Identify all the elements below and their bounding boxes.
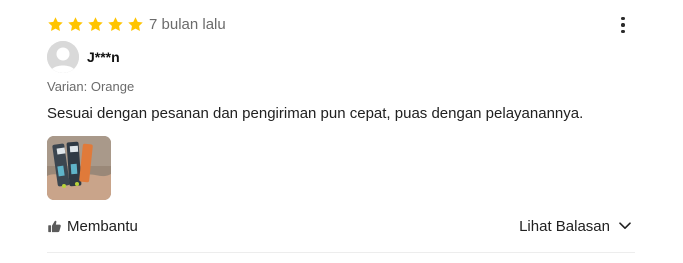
avatar [47,41,79,73]
thumbs-up-icon [48,220,61,232]
product-variant: Varian: Orange [47,79,135,94]
reviewer-info: J***n [47,41,120,73]
star-icon [107,16,124,33]
star-icon [67,16,84,33]
chevron-down-icon [619,222,631,229]
view-replies-button[interactable]: Lihat Balasan [519,216,631,236]
review-photo-thumbnail[interactable] [47,136,111,200]
helpful-button[interactable]: Membantu [47,216,138,236]
helpful-label: Membantu [67,217,138,235]
star-icon [87,16,104,33]
user-placeholder-icon [47,41,79,73]
star-icon [47,16,64,33]
more-options-button[interactable] [612,13,634,37]
rating-row: 7 bulan lalu [47,13,226,35]
more-vertical-icon [621,15,625,35]
review-date: 7 bulan lalu [149,15,226,33]
view-replies-label: Lihat Balasan [519,217,610,235]
star-icon [127,16,144,33]
reviewer-name: J***n [87,49,120,65]
divider [47,252,635,253]
review-text: Sesuai dengan pesanan dan pengiriman pun… [47,105,584,122]
